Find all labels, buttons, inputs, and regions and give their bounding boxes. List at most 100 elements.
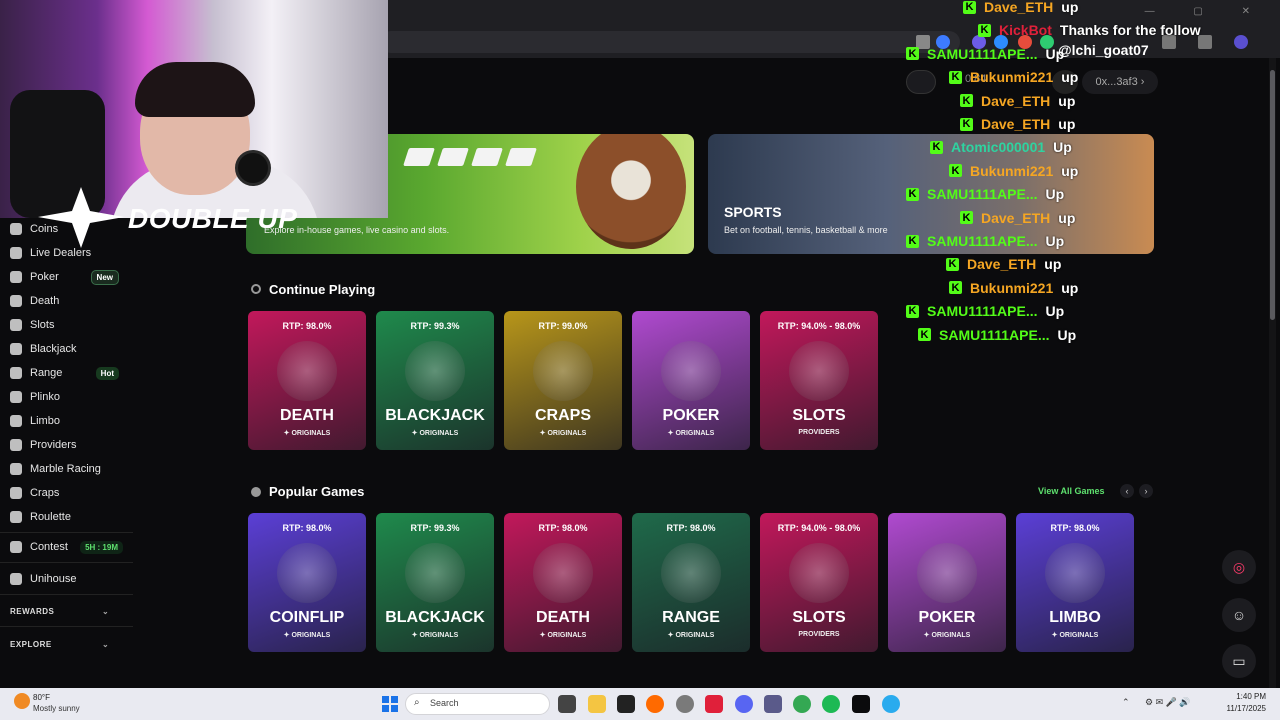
user-avatar-button[interactable] bbox=[906, 70, 936, 94]
telegram-icon[interactable] bbox=[882, 695, 900, 713]
chat-username: Atomic000001 bbox=[951, 139, 1046, 156]
chat-username: Dave_ETH bbox=[981, 92, 1051, 109]
task-view-icon[interactable] bbox=[558, 695, 576, 713]
sidebar-item-limbo[interactable]: Limbo bbox=[0, 410, 133, 432]
game-rtp: RTP: 98.0% bbox=[1050, 523, 1100, 533]
logo-star-icon bbox=[38, 187, 124, 248]
roulette-icon bbox=[10, 511, 22, 523]
sidebar-item-providers[interactable]: Providers bbox=[0, 434, 133, 456]
game-category: ✦ ORIGINALS bbox=[539, 430, 587, 437]
game-art bbox=[661, 341, 721, 401]
profile-avatar-icon[interactable] bbox=[1234, 35, 1248, 49]
chat-text: Thanks for the follow bbox=[1059, 22, 1201, 39]
card-graphic bbox=[437, 148, 469, 166]
sidebar-item-plinko[interactable]: Plinko bbox=[0, 386, 133, 408]
game-category: ✦ ORIGINALS bbox=[539, 632, 587, 639]
app-icon[interactable] bbox=[764, 695, 782, 713]
file-explorer-icon[interactable] bbox=[588, 695, 606, 713]
game-category: PROVIDERS bbox=[798, 429, 840, 436]
sidebar-item-roulette[interactable]: Roulette bbox=[0, 506, 133, 528]
chrome-icon[interactable] bbox=[793, 695, 811, 713]
chat-username: Dave_ETH bbox=[981, 116, 1051, 132]
contest-timer-badge: 5H : 19M bbox=[80, 540, 123, 554]
rewards-label: REWARDS bbox=[10, 607, 55, 616]
flag-icon bbox=[10, 463, 22, 475]
card-graphic bbox=[505, 148, 537, 166]
game-rtp: RTP: 99.3% bbox=[410, 523, 460, 533]
game-rtp: RTP: 98.0% bbox=[282, 523, 332, 533]
game-rtp: RTP: 98.0% bbox=[538, 523, 588, 533]
game-tile-limbo[interactable]: RTP: 98.0% LIMBO ✦ ORIGINALS bbox=[1016, 513, 1134, 652]
game-tile-coinflip[interactable]: RTP: 98.0% COINFLIP ✦ ORIGINALS bbox=[248, 513, 366, 652]
kick-badge-icon: K bbox=[949, 70, 962, 84]
weather-description: Mostly sunny bbox=[33, 704, 80, 713]
rewards-section-toggle[interactable]: REWARDS ⌄ bbox=[10, 607, 110, 616]
game-title: LIMBO bbox=[1049, 609, 1101, 626]
game-tile-slots[interactable]: RTP: 94.0% - 98.0% SLOTS PROVIDERS bbox=[760, 513, 878, 652]
address-bar[interactable] bbox=[380, 31, 960, 53]
game-tile-blackjack[interactable]: RTP: 99.3% BLACKJACK ✦ ORIGINALS bbox=[376, 311, 494, 450]
game-art bbox=[533, 543, 593, 603]
game-tile-death[interactable]: RTP: 98.0% DEATH ✦ ORIGINALS bbox=[248, 311, 366, 450]
sidebar-item-slots[interactable]: Slots bbox=[0, 314, 133, 336]
settings-icon[interactable] bbox=[676, 695, 694, 713]
chat-text: Up bbox=[1053, 139, 1072, 156]
firefox-icon[interactable] bbox=[646, 695, 664, 713]
game-title: COINFLIP bbox=[269, 609, 345, 626]
cards-icon bbox=[10, 343, 22, 355]
chat-text: up bbox=[1058, 209, 1076, 226]
game-art bbox=[405, 543, 465, 603]
sidebar-item-label: Slots bbox=[30, 319, 55, 331]
tray-icons[interactable]: ⚙ ✉ 🎤 🔊 bbox=[1145, 697, 1191, 708]
chevron-left-icon[interactable]: ‹ bbox=[1120, 484, 1134, 498]
game-tile-craps[interactable]: RTP: 99.0% CRAPS ✦ ORIGINALS bbox=[504, 311, 622, 450]
discord-icon[interactable] bbox=[735, 695, 753, 713]
sidebar-item-death[interactable]: Death bbox=[0, 290, 133, 312]
chat-text: Up bbox=[1045, 233, 1065, 249]
sidebar-item-unihouse[interactable]: Unihouse bbox=[0, 568, 133, 590]
game-title: POKER bbox=[662, 407, 720, 424]
taskbar-search-input[interactable] bbox=[405, 693, 550, 715]
sidebar-item-range[interactable]: Range Hot bbox=[0, 362, 133, 384]
spotify-icon[interactable] bbox=[822, 695, 840, 713]
sidebar-item-marble-racing[interactable]: Marble Racing bbox=[0, 458, 133, 480]
game-art bbox=[405, 341, 465, 401]
coins-icon bbox=[10, 223, 22, 235]
game-tile-poker[interactable]: POKER ✦ ORIGINALS bbox=[888, 513, 1006, 652]
sidebar-item-blackjack[interactable]: Blackjack bbox=[0, 338, 133, 360]
app-icon[interactable] bbox=[705, 695, 723, 713]
support-agent-icon[interactable]: ☺ bbox=[1222, 598, 1256, 632]
chat-message: K KickBot Thanks for the follow bbox=[978, 20, 1201, 40]
game-tile-slots[interactable]: RTP: 94.0% - 98.0% SLOTS PROVIDERS bbox=[760, 311, 878, 450]
window-controls[interactable]: — ▢ ✕ bbox=[1145, 6, 1268, 17]
app-icon[interactable] bbox=[852, 695, 870, 713]
chat-message: K Dave_ETH up bbox=[960, 91, 1075, 111]
dog-mascot-illustration bbox=[576, 134, 686, 249]
card-graphic bbox=[403, 148, 435, 166]
wallet-address-button[interactable]: 0x...3af3 › bbox=[1082, 70, 1158, 94]
chevron-up-icon[interactable]: ⌃ bbox=[1122, 697, 1130, 708]
game-tile-death[interactable]: RTP: 98.0% DEATH ✦ ORIGINALS bbox=[504, 513, 622, 652]
chat-username: SAMU1111APE... bbox=[927, 186, 1038, 203]
scrollbar-thumb[interactable] bbox=[1270, 70, 1275, 320]
microphone bbox=[235, 150, 271, 186]
wallet-address-label: 0x...3af3 bbox=[1095, 76, 1138, 88]
sidebar-item-craps[interactable]: Craps bbox=[0, 482, 133, 504]
weather-sun-icon[interactable] bbox=[14, 693, 30, 709]
sidebar-item-contest[interactable]: Contest 5H : 19M bbox=[0, 536, 133, 558]
explore-section-toggle[interactable]: EXPLORE ⌄ bbox=[10, 640, 110, 649]
game-art bbox=[1045, 543, 1105, 603]
game-tile-poker[interactable]: POKER ✦ ORIGINALS bbox=[632, 311, 750, 450]
game-tile-blackjack[interactable]: RTP: 99.3% BLACKJACK ✦ ORIGINALS bbox=[376, 513, 494, 652]
app-icon[interactable] bbox=[617, 695, 635, 713]
sidebar-item-poker[interactable]: Poker New bbox=[0, 266, 133, 288]
view-all-games-link[interactable]: View All Games bbox=[1038, 486, 1105, 496]
windows-start-icon[interactable] bbox=[382, 696, 398, 712]
skull-icon bbox=[10, 295, 22, 307]
game-tile-range[interactable]: RTP: 98.0% RANGE ✦ ORIGINALS bbox=[632, 513, 750, 652]
kick-badge-icon: K bbox=[949, 164, 962, 178]
chat-bubble-icon[interactable]: ▭ bbox=[1222, 644, 1256, 678]
chat-username: Bukunmi221 bbox=[970, 279, 1054, 296]
chevron-right-icon[interactable]: › bbox=[1139, 484, 1153, 498]
sports-icon[interactable]: ◎ bbox=[1222, 550, 1256, 584]
